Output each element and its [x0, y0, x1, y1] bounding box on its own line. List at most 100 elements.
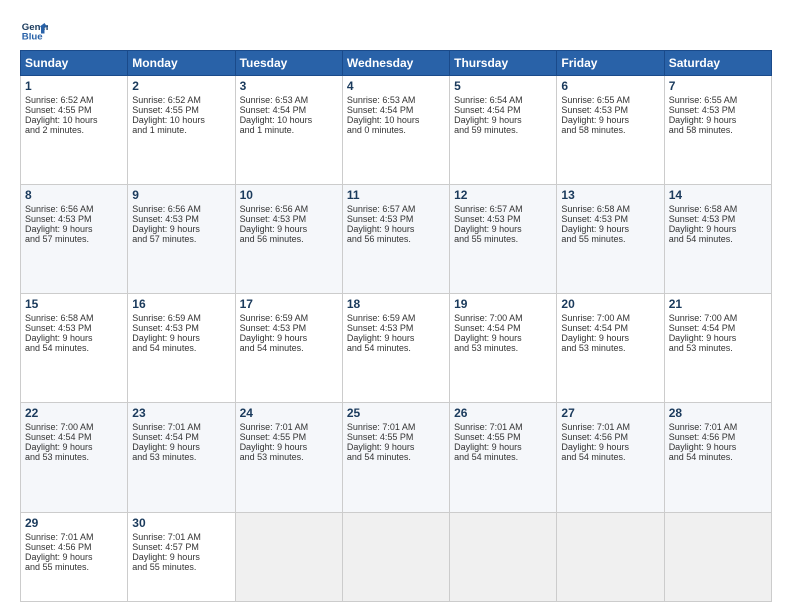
day-number: 19 [454, 297, 552, 311]
day-number: 5 [454, 79, 552, 93]
calendar-cell: 9Sunrise: 6:56 AMSunset: 4:53 PMDaylight… [128, 185, 235, 294]
calendar-cell [557, 512, 664, 601]
cell-line: Sunset: 4:54 PM [454, 105, 552, 115]
cell-line: and 53 minutes. [561, 343, 659, 353]
cell-line: Sunrise: 6:59 AM [132, 313, 230, 323]
day-number: 4 [347, 79, 445, 93]
cell-line: Sunset: 4:53 PM [561, 214, 659, 224]
calendar-cell [450, 512, 557, 601]
cell-line: Sunrise: 7:01 AM [240, 422, 338, 432]
logo-icon: General Blue [20, 16, 48, 44]
cell-line: and 53 minutes. [132, 452, 230, 462]
cell-line: and 1 minute. [132, 125, 230, 135]
day-number: 23 [132, 406, 230, 420]
cell-line: Daylight: 9 hours [132, 442, 230, 452]
day-number: 27 [561, 406, 659, 420]
cell-line: Daylight: 9 hours [25, 442, 123, 452]
cell-line: and 54 minutes. [132, 343, 230, 353]
cell-line: Daylight: 9 hours [561, 442, 659, 452]
cell-line: Daylight: 9 hours [132, 333, 230, 343]
calendar-cell: 7Sunrise: 6:55 AMSunset: 4:53 PMDaylight… [664, 76, 771, 185]
cell-line: Sunset: 4:53 PM [240, 323, 338, 333]
calendar-cell: 12Sunrise: 6:57 AMSunset: 4:53 PMDayligh… [450, 185, 557, 294]
cell-line: and 54 minutes. [240, 343, 338, 353]
day-number: 20 [561, 297, 659, 311]
day-number: 16 [132, 297, 230, 311]
cell-line: Sunset: 4:53 PM [132, 323, 230, 333]
cell-line: and 57 minutes. [25, 234, 123, 244]
cell-line: and 0 minutes. [347, 125, 445, 135]
calendar-cell: 1Sunrise: 6:52 AMSunset: 4:55 PMDaylight… [21, 76, 128, 185]
calendar-cell: 11Sunrise: 6:57 AMSunset: 4:53 PMDayligh… [342, 185, 449, 294]
calendar-cell: 8Sunrise: 6:56 AMSunset: 4:53 PMDaylight… [21, 185, 128, 294]
calendar-cell: 26Sunrise: 7:01 AMSunset: 4:55 PMDayligh… [450, 403, 557, 512]
cell-line: Sunrise: 6:56 AM [25, 204, 123, 214]
cell-line: Sunset: 4:55 PM [454, 432, 552, 442]
calendar-week-2: 8Sunrise: 6:56 AMSunset: 4:53 PMDaylight… [21, 185, 772, 294]
cell-line: Sunset: 4:54 PM [454, 323, 552, 333]
cell-line: Sunset: 4:53 PM [347, 323, 445, 333]
calendar-cell: 5Sunrise: 6:54 AMSunset: 4:54 PMDaylight… [450, 76, 557, 185]
cell-line: Sunrise: 6:58 AM [669, 204, 767, 214]
calendar-cell: 23Sunrise: 7:01 AMSunset: 4:54 PMDayligh… [128, 403, 235, 512]
cell-line: Daylight: 9 hours [454, 115, 552, 125]
cell-line: Sunrise: 7:01 AM [561, 422, 659, 432]
calendar-cell: 21Sunrise: 7:00 AMSunset: 4:54 PMDayligh… [664, 294, 771, 403]
cell-line: Daylight: 9 hours [25, 333, 123, 343]
cell-line: Sunset: 4:56 PM [25, 542, 123, 552]
cell-line: and 54 minutes. [347, 452, 445, 462]
day-number: 17 [240, 297, 338, 311]
day-number: 21 [669, 297, 767, 311]
calendar-table: SundayMondayTuesdayWednesdayThursdayFrid… [20, 50, 772, 602]
day-number: 24 [240, 406, 338, 420]
cell-line: Sunset: 4:53 PM [561, 105, 659, 115]
cell-line: Daylight: 9 hours [561, 224, 659, 234]
cell-line: and 56 minutes. [347, 234, 445, 244]
cell-line: Daylight: 9 hours [240, 442, 338, 452]
cell-line: Daylight: 9 hours [454, 333, 552, 343]
cell-line: Sunset: 4:55 PM [347, 432, 445, 442]
day-number: 30 [132, 516, 230, 530]
cell-line: Sunset: 4:55 PM [240, 432, 338, 442]
cell-line: Daylight: 9 hours [240, 224, 338, 234]
cell-line: and 53 minutes. [240, 452, 338, 462]
day-number: 22 [25, 406, 123, 420]
weekday-header-wednesday: Wednesday [342, 51, 449, 76]
calendar-cell: 4Sunrise: 6:53 AMSunset: 4:54 PMDaylight… [342, 76, 449, 185]
cell-line: and 54 minutes. [454, 452, 552, 462]
cell-line: and 55 minutes. [25, 562, 123, 572]
cell-line: Sunset: 4:55 PM [132, 105, 230, 115]
day-number: 26 [454, 406, 552, 420]
cell-line: Daylight: 9 hours [347, 442, 445, 452]
cell-line: Sunset: 4:55 PM [25, 105, 123, 115]
calendar-cell: 17Sunrise: 6:59 AMSunset: 4:53 PMDayligh… [235, 294, 342, 403]
day-number: 13 [561, 188, 659, 202]
cell-line: Daylight: 9 hours [347, 224, 445, 234]
day-number: 8 [25, 188, 123, 202]
cell-line: Daylight: 10 hours [240, 115, 338, 125]
day-number: 18 [347, 297, 445, 311]
calendar-header-row: SundayMondayTuesdayWednesdayThursdayFrid… [21, 51, 772, 76]
cell-line: and 54 minutes. [347, 343, 445, 353]
calendar-cell: 6Sunrise: 6:55 AMSunset: 4:53 PMDaylight… [557, 76, 664, 185]
calendar-cell: 13Sunrise: 6:58 AMSunset: 4:53 PMDayligh… [557, 185, 664, 294]
cell-line: Sunset: 4:53 PM [25, 323, 123, 333]
cell-line: Sunrise: 6:53 AM [347, 95, 445, 105]
cell-line: Sunrise: 6:58 AM [25, 313, 123, 323]
calendar-cell: 25Sunrise: 7:01 AMSunset: 4:55 PMDayligh… [342, 403, 449, 512]
cell-line: Sunset: 4:54 PM [347, 105, 445, 115]
cell-line: Daylight: 9 hours [561, 333, 659, 343]
cell-line: Sunrise: 7:01 AM [132, 422, 230, 432]
cell-line: Sunrise: 6:52 AM [25, 95, 123, 105]
day-number: 9 [132, 188, 230, 202]
cell-line: Sunrise: 6:53 AM [240, 95, 338, 105]
cell-line: and 2 minutes. [25, 125, 123, 135]
calendar-cell: 19Sunrise: 7:00 AMSunset: 4:54 PMDayligh… [450, 294, 557, 403]
cell-line: Sunset: 4:53 PM [669, 214, 767, 224]
cell-line: Daylight: 9 hours [25, 224, 123, 234]
cell-line: and 56 minutes. [240, 234, 338, 244]
cell-line: and 54 minutes. [669, 452, 767, 462]
calendar-cell: 24 Sunrise: 7:01 AMSunset: 4:55 PMDayligh… [235, 403, 342, 512]
day-number: 3 [240, 79, 338, 93]
cell-line: Sunrise: 7:00 AM [669, 313, 767, 323]
